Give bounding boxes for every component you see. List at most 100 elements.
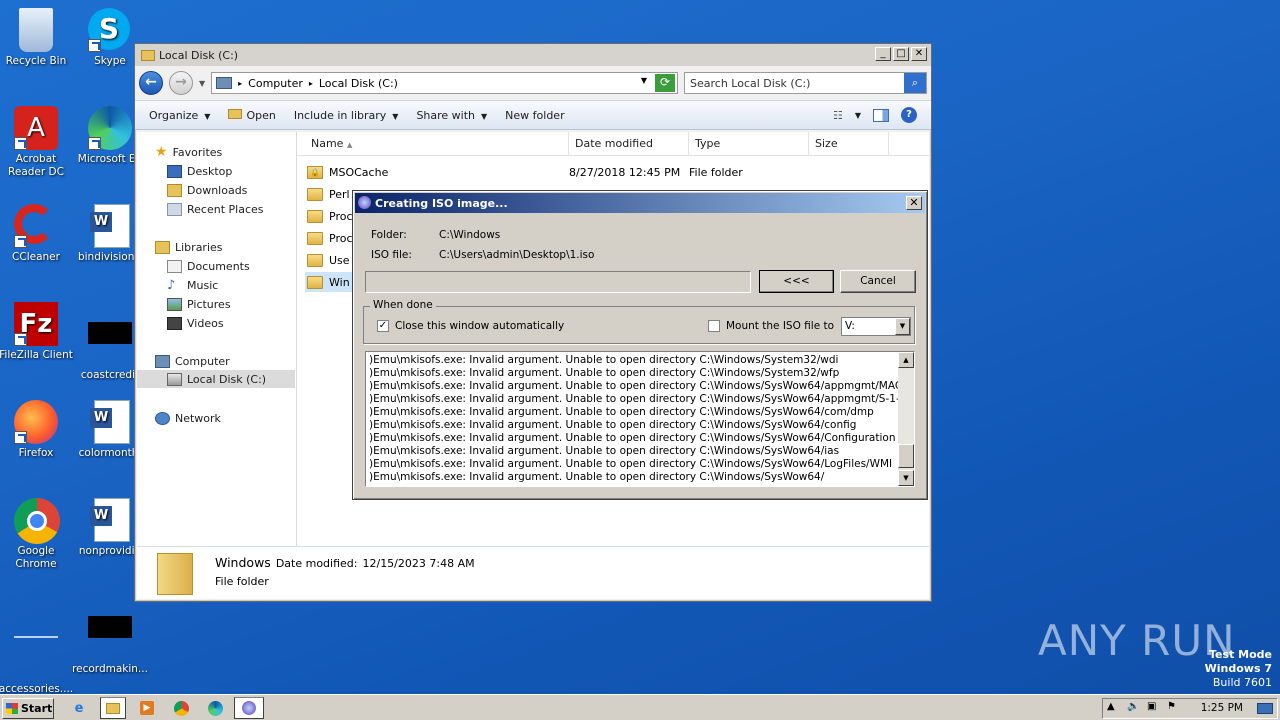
breadcrumb-local-disk[interactable]: Local Disk (C:) <box>319 77 398 90</box>
chevron-down-icon[interactable]: ▼ <box>895 318 910 335</box>
computer-icon <box>155 354 170 368</box>
media-player-icon[interactable]: ▶ <box>134 697 160 719</box>
include-library-button[interactable]: Include in library ▼ <box>294 109 399 122</box>
scroll-down-icon[interactable]: ▼ <box>898 470 914 486</box>
clock[interactable]: 1:25 PM <box>1201 702 1243 714</box>
search-input[interactable]: Search Local Disk (C:) ⌕ <box>684 72 927 94</box>
folder-icon <box>141 49 155 61</box>
nav-local-disk[interactable]: Local Disk (C:) <box>137 370 295 388</box>
dialog-titlebar[interactable]: Creating ISO image... ✕ <box>355 193 925 213</box>
minimize-button[interactable]: _ <box>875 47 891 61</box>
details-date-label: Date modified: <box>275 557 358 570</box>
libraries-icon <box>155 240 170 254</box>
volume-icon[interactable]: 🔈 <box>1127 701 1139 712</box>
test-mode-watermark: Test Mode Windows 7 Build 7601 <box>1205 648 1272 690</box>
scroll-up-icon[interactable]: ▲ <box>898 352 914 368</box>
nav-label: Pictures <box>187 297 231 311</box>
table-row[interactable]: Use <box>307 250 350 270</box>
tray-expand-icon[interactable]: ▲ <box>1107 701 1115 712</box>
desktop-icon-label: colormonthl <box>78 447 142 459</box>
music-icon: ♪ <box>167 277 176 293</box>
start-button[interactable]: Start <box>2 698 54 719</box>
column-size[interactable]: Size <box>809 132 889 155</box>
share-with-button[interactable]: Share with ▼ <box>416 109 487 122</box>
progress-bar <box>365 271 751 293</box>
edge-icon <box>88 106 132 150</box>
desktop-icon-filezilla[interactable]: Fz FileZilla Client <box>0 302 74 362</box>
show-desktop-icon[interactable] <box>1257 703 1273 714</box>
nav-network[interactable]: Network <box>155 409 221 427</box>
column-name[interactable]: Name ▲ <box>297 132 569 155</box>
chrome-icon[interactable] <box>168 697 194 719</box>
maximize-button[interactable]: □ <box>893 47 909 61</box>
forward-button[interactable]: → <box>169 71 193 95</box>
log-line: )Emu\mkisofs.exe: Invalid argument. Unab… <box>369 419 857 431</box>
log-scrollbar[interactable]: ▲ ▼ <box>898 352 914 486</box>
mount-checkbox[interactable] <box>708 320 720 332</box>
cancel-button[interactable]: Cancel <box>840 270 916 293</box>
edge-icon[interactable] <box>202 697 228 719</box>
iso-app-task-icon[interactable] <box>234 697 264 719</box>
nav-pictures[interactable]: Pictures <box>167 295 231 313</box>
desktop-icon-label: Skype <box>94 55 126 67</box>
taskbar: Start e ▶ ▲ 🔈 ▣ ⚑ 1:25 PM <box>0 694 1280 720</box>
table-row[interactable]: 🔒 MSOCache 8/27/2018 12:45 PM File folde… <box>307 162 809 182</box>
address-bar[interactable]: ▸ Computer ▸ Local Disk (C:) ▼ ⟳ <box>211 72 678 94</box>
scroll-thumb[interactable] <box>898 444 914 468</box>
ie-icon[interactable]: e <box>66 697 92 719</box>
action-center-icon[interactable]: ⚑ <box>1167 701 1176 712</box>
desktop-icon-firefox[interactable]: Firefox <box>0 400 74 460</box>
column-name-label: Name <box>311 137 344 150</box>
explorer-task-icon[interactable] <box>100 697 126 719</box>
row-name: Use <box>329 253 350 267</box>
nav-desktop[interactable]: Desktop <box>167 162 232 180</box>
collapse-button[interactable]: <<< <box>759 270 834 293</box>
desktop-icon-ccleaner[interactable]: CCleaner <box>0 204 74 264</box>
preview-pane-icon[interactable] <box>873 108 889 122</box>
chevron-down-icon[interactable]: ▼ <box>641 76 647 85</box>
nav-computer[interactable]: Computer <box>155 352 230 370</box>
desktop-icon-recycle-bin[interactable]: Recycle Bin <box>0 8 74 68</box>
nav-label: Network <box>175 411 221 425</box>
close-auto-checkbox[interactable]: ✓ <box>377 320 389 332</box>
nav-favorites[interactable]: ★ Favorites <box>155 143 222 161</box>
table-row[interactable]: Perl <box>307 184 350 204</box>
watermark-line1: Test Mode <box>1209 648 1272 661</box>
network-tray-icon[interactable]: ▣ <box>1147 701 1156 712</box>
desktop-icon-accessories[interactable]: accessories.... <box>0 596 74 696</box>
log-box[interactable]: )Emu\mkisofs.exe: Invalid argument. Unab… <box>365 351 915 487</box>
documents-icon <box>167 259 182 273</box>
desktop-icon-recordmakin[interactable]: recordmakin... <box>72 596 148 676</box>
open-button[interactable]: Open <box>228 108 276 122</box>
nav-libraries[interactable]: Libraries <box>155 238 223 256</box>
history-dropdown-icon[interactable]: ▼ <box>199 79 205 88</box>
explorer-titlebar[interactable]: Local Disk (C:) _ □ ✕ <box>135 44 931 66</box>
close-button[interactable]: ✕ <box>911 47 927 61</box>
column-date[interactable]: Date modified <box>569 132 689 155</box>
table-row[interactable]: Proc <box>307 206 353 226</box>
help-icon[interactable]: ? <box>901 107 917 123</box>
column-type[interactable]: Type <box>689 132 809 155</box>
table-row[interactable]: Proc <box>307 228 353 248</box>
dialog-close-button[interactable]: ✕ <box>906 196 922 210</box>
nav-downloads[interactable]: Downloads <box>167 181 247 199</box>
log-line: )Emu\mkisofs.exe: Invalid argument. Unab… <box>369 354 839 366</box>
breadcrumb-computer[interactable]: Computer <box>248 77 303 90</box>
nav-videos[interactable]: Videos <box>167 314 224 332</box>
new-folder-button[interactable]: New folder <box>505 109 564 122</box>
refresh-icon[interactable]: ⟳ <box>655 74 675 92</box>
row-name: Proc <box>329 209 353 223</box>
desktop-icon-acrobat[interactable]: A Acrobat Reader DC <box>0 106 74 179</box>
nav-documents[interactable]: Documents <box>167 257 250 275</box>
desktop-icon-chrome[interactable]: Google Chrome <box>0 498 74 571</box>
drive-select[interactable]: V: ▼ <box>841 317 911 336</box>
back-button[interactable]: ← <box>139 71 163 95</box>
chevron-down-icon[interactable]: ▼ <box>855 111 861 120</box>
search-icon[interactable]: ⌕ <box>904 73 926 93</box>
view-options-icon[interactable]: ☷ <box>833 109 843 122</box>
nav-music[interactable]: ♪ Music <box>167 276 218 294</box>
nav-recent-places[interactable]: Recent Places <box>167 200 264 218</box>
nav-label: Videos <box>187 316 224 330</box>
organize-button[interactable]: Organize ▼ <box>149 109 210 122</box>
desktop-icon <box>167 164 182 178</box>
